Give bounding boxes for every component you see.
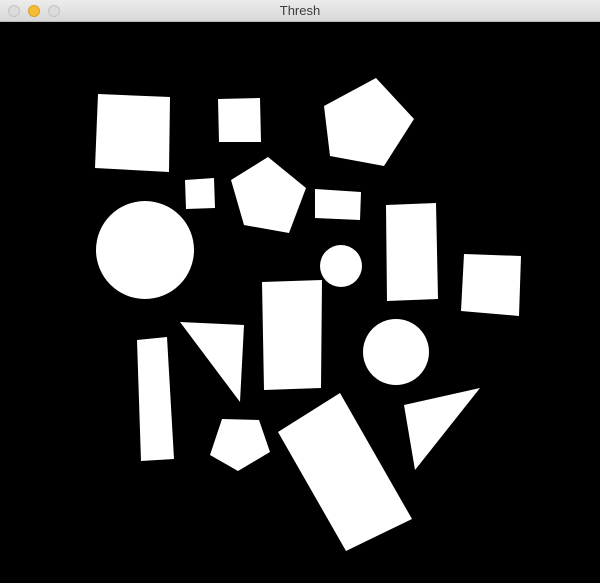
title-bar[interactable]: Thresh	[0, 0, 600, 22]
shape-circle	[320, 245, 362, 287]
shape-circle	[363, 319, 429, 385]
shape-square	[218, 98, 261, 142]
shape-rectangle	[262, 280, 322, 390]
shape-square	[95, 94, 170, 172]
threshold-image-canvas	[0, 22, 600, 583]
shape-circle	[96, 201, 194, 299]
shape-square	[461, 254, 521, 316]
shape-rectangle	[386, 203, 438, 301]
threshold-image	[0, 22, 600, 583]
app-window: Thresh	[0, 0, 600, 583]
shape-square	[185, 178, 215, 209]
window-title: Thresh	[279, 3, 321, 18]
shape-rectangle	[315, 189, 361, 220]
